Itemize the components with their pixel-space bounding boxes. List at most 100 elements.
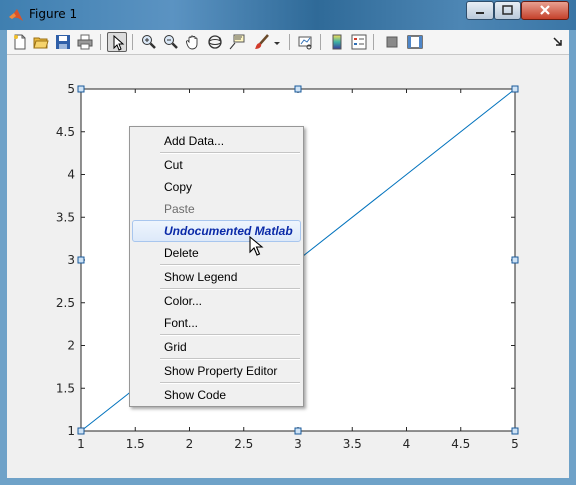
selection-handle[interactable] [77, 427, 85, 435]
menu-item-show-legend[interactable]: Show Legend [132, 266, 301, 288]
menu-item-label: Add Data... [164, 134, 225, 148]
x-tick-label: 4 [403, 437, 411, 451]
toolbar-dock-button[interactable] [548, 32, 568, 52]
new-figure-button[interactable] [10, 32, 30, 52]
menu-item-show-property-editor[interactable]: Show Property Editor [132, 360, 301, 382]
show-plot-tools-button[interactable] [405, 32, 425, 52]
hide-plot-tools-icon [386, 36, 398, 48]
x-tick-label: 3 [294, 437, 302, 451]
save-icon [56, 35, 70, 49]
menu-item-label: Cut [164, 158, 183, 172]
figure-toolbar [7, 30, 569, 55]
insert-legend-icon [351, 34, 367, 50]
zoom-out-button[interactable] [161, 32, 181, 52]
insert-legend-button[interactable] [349, 32, 369, 52]
x-tick-label: 1.5 [126, 437, 145, 451]
save-button[interactable] [53, 32, 73, 52]
maximize-icon [502, 5, 513, 15]
selection-handle[interactable] [77, 256, 85, 264]
menu-item-show-code[interactable]: Show Code [132, 384, 301, 406]
menu-item-label: Show Legend [164, 270, 238, 284]
toolbar-separator [100, 34, 101, 50]
menu-item-label: Show Property Editor [164, 364, 278, 378]
menu-item-delete[interactable]: Delete [132, 242, 301, 264]
menu-item-add-data[interactable]: Add Data... [132, 130, 301, 152]
y-tick-label: 1 [67, 424, 75, 438]
menu-item-font[interactable]: Font... [132, 312, 301, 334]
matlab-logo-icon [9, 9, 23, 21]
x-tick-label: 3.5 [343, 437, 362, 451]
y-tick-label: 4.5 [56, 125, 75, 139]
edit-plot-button[interactable] [107, 32, 127, 52]
open-file-button[interactable] [31, 32, 51, 52]
rotate-3d-button[interactable] [205, 32, 225, 52]
toolbar-separator [320, 34, 321, 50]
dock-arrow-icon [553, 37, 562, 46]
brush-button[interactable] [252, 32, 272, 52]
toolbar-separator [289, 34, 290, 50]
y-tick-label: 2.5 [56, 296, 75, 310]
figure-window: Figure 1 1 1.5 2 2.5 3 3.5 4 4.5 5 1 1.5… [0, 0, 576, 485]
x-tick-label: 5 [511, 437, 519, 451]
zoom-in-icon [142, 35, 156, 49]
menu-item-label: Font... [164, 316, 199, 330]
maximize-button[interactable] [494, 1, 521, 20]
menu-item-color[interactable]: Color... [132, 290, 301, 312]
menu-item-label: Show Code [164, 388, 227, 402]
menu-item-grid[interactable]: Grid [132, 336, 301, 358]
menu-item-paste: Paste [132, 198, 301, 220]
toolbar-separator [132, 34, 133, 50]
brush-dropdown-button[interactable] [272, 32, 282, 52]
show-plot-tools-icon [407, 35, 423, 49]
open-file-icon [33, 37, 49, 49]
print-button[interactable] [75, 32, 95, 52]
y-tick-label: 4 [67, 168, 75, 182]
selection-handle[interactable] [77, 85, 85, 93]
brush-icon [255, 34, 269, 49]
minimize-icon [476, 12, 484, 14]
y-tick-label: 3.5 [56, 210, 75, 224]
x-tick-label: 4.5 [451, 437, 470, 451]
minimize-button[interactable] [466, 1, 494, 20]
close-button[interactable] [521, 1, 569, 20]
pan-button[interactable] [183, 32, 203, 52]
menu-item-label: Undocumented Matlab [164, 224, 293, 238]
new-figure-icon [14, 34, 26, 50]
rotate-3d-icon [208, 35, 222, 49]
menu-item-copy[interactable]: Copy [132, 176, 301, 198]
data-cursor-button[interactable] [227, 32, 247, 52]
menu-item-undocumented-matlab[interactable]: Undocumented Matlab [132, 220, 301, 242]
menu-item-cut[interactable]: Cut [132, 154, 301, 176]
zoom-in-button[interactable] [139, 32, 159, 52]
close-icon [540, 5, 550, 15]
edit-plot-icon [113, 35, 125, 51]
hide-plot-tools-button[interactable] [382, 32, 402, 52]
selection-handle[interactable] [294, 85, 302, 93]
insert-colorbar-icon [332, 34, 342, 50]
toolbar-separator [373, 34, 374, 50]
y-tick-label: 5 [67, 82, 75, 96]
menu-item-label: Color... [164, 294, 203, 308]
y-tick-label: 2 [67, 339, 75, 353]
data-cursor-icon [229, 34, 245, 50]
title-bar[interactable]: Figure 1 [0, 0, 576, 30]
context-menu: Add Data... Cut Copy Paste Undocumented … [129, 126, 304, 407]
link-plot-icon [298, 36, 312, 50]
zoom-out-icon [164, 35, 178, 49]
chevron-down-icon [274, 42, 280, 45]
mouse-pointer-icon [249, 236, 264, 256]
y-tick-label: 3 [67, 253, 75, 267]
selection-handle[interactable] [294, 427, 302, 435]
x-tick-label: 2 [186, 437, 194, 451]
link-plot-button[interactable] [296, 32, 316, 52]
menu-item-label: Grid [164, 340, 187, 354]
x-tick-label: 1 [77, 437, 85, 451]
print-icon [77, 34, 93, 50]
selection-handle[interactable] [511, 85, 519, 93]
menu-item-label: Delete [164, 246, 199, 260]
selection-handle[interactable] [511, 256, 519, 264]
insert-colorbar-button[interactable] [327, 32, 347, 52]
selection-handle[interactable] [511, 427, 519, 435]
y-tick-label: 1.5 [56, 381, 75, 395]
menu-item-label: Paste [164, 202, 195, 216]
